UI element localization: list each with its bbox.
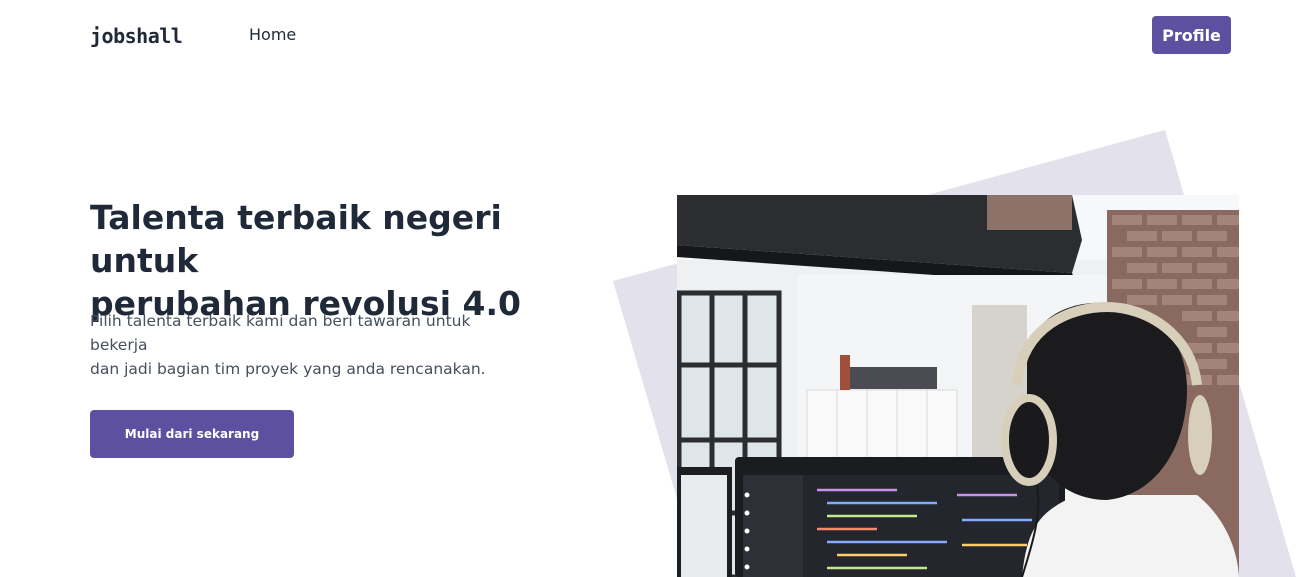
navbar: jobshall Home Profile (0, 0, 1296, 70)
logo[interactable]: jobshall (90, 24, 183, 48)
profile-button[interactable]: Profile (1152, 16, 1231, 54)
hero-title: Talenta terbaik negeri untuk perubahan r… (90, 196, 610, 325)
landing-page: jobshall Home Profile Talenta terbaik ne… (0, 0, 1296, 577)
hero-description-line-2: dan jadi bagian tim proyek yang anda ren… (90, 360, 486, 378)
hero-title-line-1: Talenta terbaik negeri untuk (90, 198, 502, 280)
hero-description: Pilih talenta terbaik kami dan beri tawa… (90, 309, 530, 381)
developer-with-headphones-illustration (677, 195, 1239, 577)
nav-link-home[interactable]: Home (249, 25, 296, 44)
get-started-button[interactable]: Mulai dari sekarang (90, 410, 294, 458)
hero-description-line-1: Pilih talenta terbaik kami dan beri tawa… (90, 312, 471, 354)
hero-image (677, 195, 1239, 577)
